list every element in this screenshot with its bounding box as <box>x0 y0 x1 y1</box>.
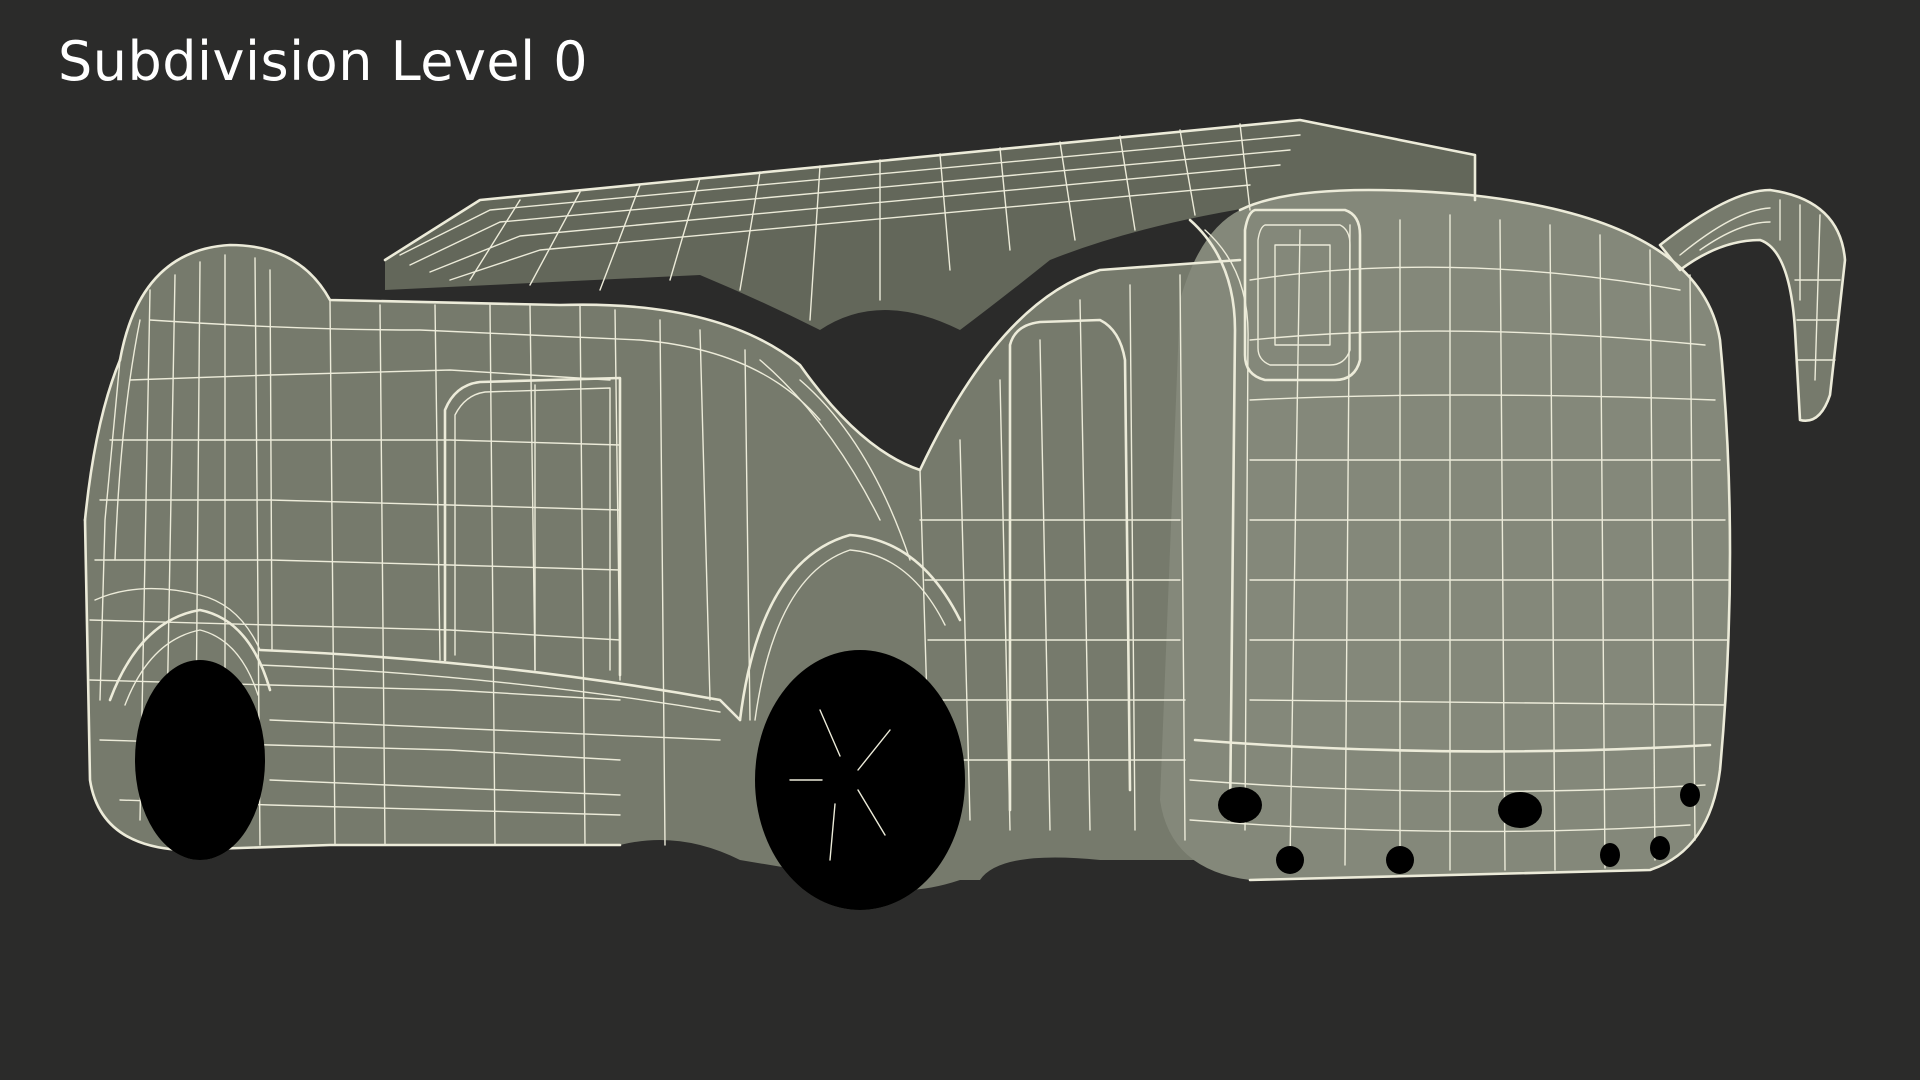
viewport: Subdivision Level 0 <box>0 0 1920 1080</box>
subdivision-level-label: Subdivision Level 0 <box>58 30 589 93</box>
wireframe-bus-render <box>83 118 1847 910</box>
bus-body-mesh <box>85 120 1845 910</box>
